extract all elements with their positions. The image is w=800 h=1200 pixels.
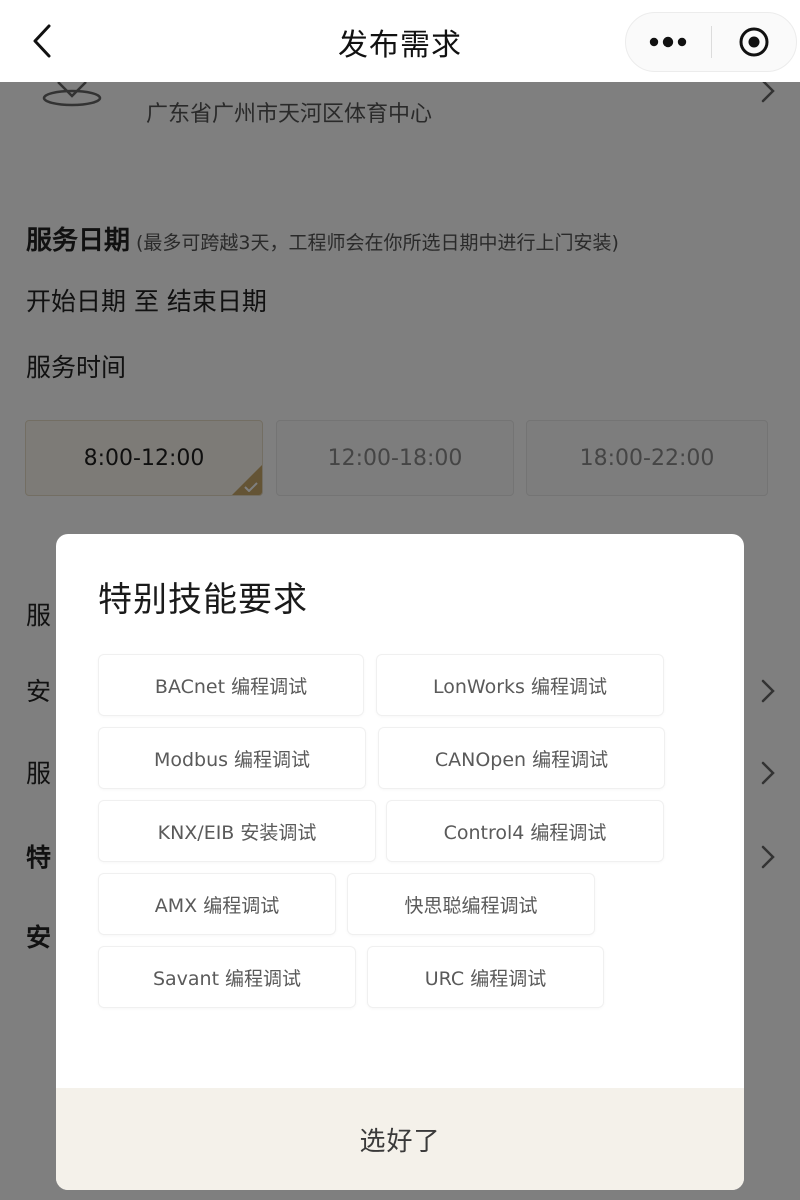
skill-chip[interactable]: CANOpen 编程调试 xyxy=(378,727,665,789)
skill-chip[interactable]: 快思聪编程调试 xyxy=(347,873,595,935)
target-circle-icon xyxy=(739,27,769,57)
skill-chip[interactable]: LonWorks 编程调试 xyxy=(376,654,664,716)
skill-chip[interactable]: Modbus 编程调试 xyxy=(98,727,366,789)
skill-chip[interactable]: AMX 编程调试 xyxy=(98,873,336,935)
dialog-title: 特别技能要求 xyxy=(98,580,308,620)
skill-chip[interactable]: BACnet 编程调试 xyxy=(98,654,364,716)
skill-chip[interactable]: URC 编程调试 xyxy=(367,946,604,1008)
close-program-button[interactable] xyxy=(712,13,797,71)
nav-bar: 发布需求 xyxy=(0,0,800,82)
skill-chip[interactable]: Control4 编程调试 xyxy=(386,800,664,862)
confirm-button[interactable]: 选好了 xyxy=(56,1088,744,1190)
confirm-label: 选好了 xyxy=(359,1126,441,1157)
more-dots-icon xyxy=(650,36,687,48)
skill-requirements-dialog: 特别技能要求 BACnet 编程调试 LonWorks 编程调试 Modbus … xyxy=(56,534,744,1190)
skill-chip[interactable]: Savant 编程调试 xyxy=(98,946,356,1008)
mini-program-capsule xyxy=(625,12,797,72)
more-button[interactable] xyxy=(626,13,711,71)
skill-chip[interactable]: KNX/EIB 安装调试 xyxy=(98,800,376,862)
